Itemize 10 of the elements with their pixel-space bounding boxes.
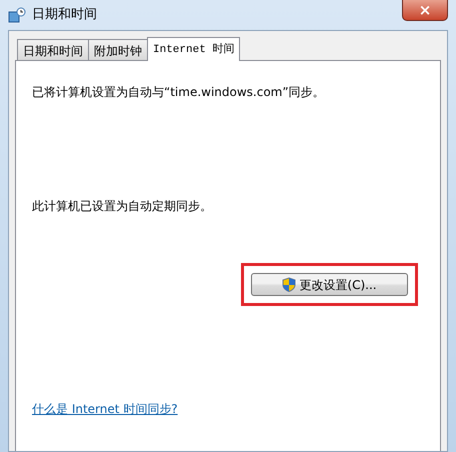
clock-icon: [8, 7, 26, 23]
help-link[interactable]: 什么是 Internet 时间同步?: [32, 402, 178, 416]
sync-schedule-text: 此计算机已设置为自动定期同步。: [32, 198, 213, 215]
shield-icon: [282, 277, 296, 292]
sync-status-text: 已将计算机设置为自动与“time.windows.com”同步。: [32, 84, 326, 101]
change-settings-button[interactable]: 更改设置(C)...: [251, 273, 408, 296]
tab[interactable]: Internet 时间: [147, 37, 240, 61]
tab[interactable]: 附加时钟: [88, 39, 148, 60]
tab[interactable]: 日期和时间: [17, 39, 89, 60]
window-title: 日期和时间: [32, 6, 97, 24]
